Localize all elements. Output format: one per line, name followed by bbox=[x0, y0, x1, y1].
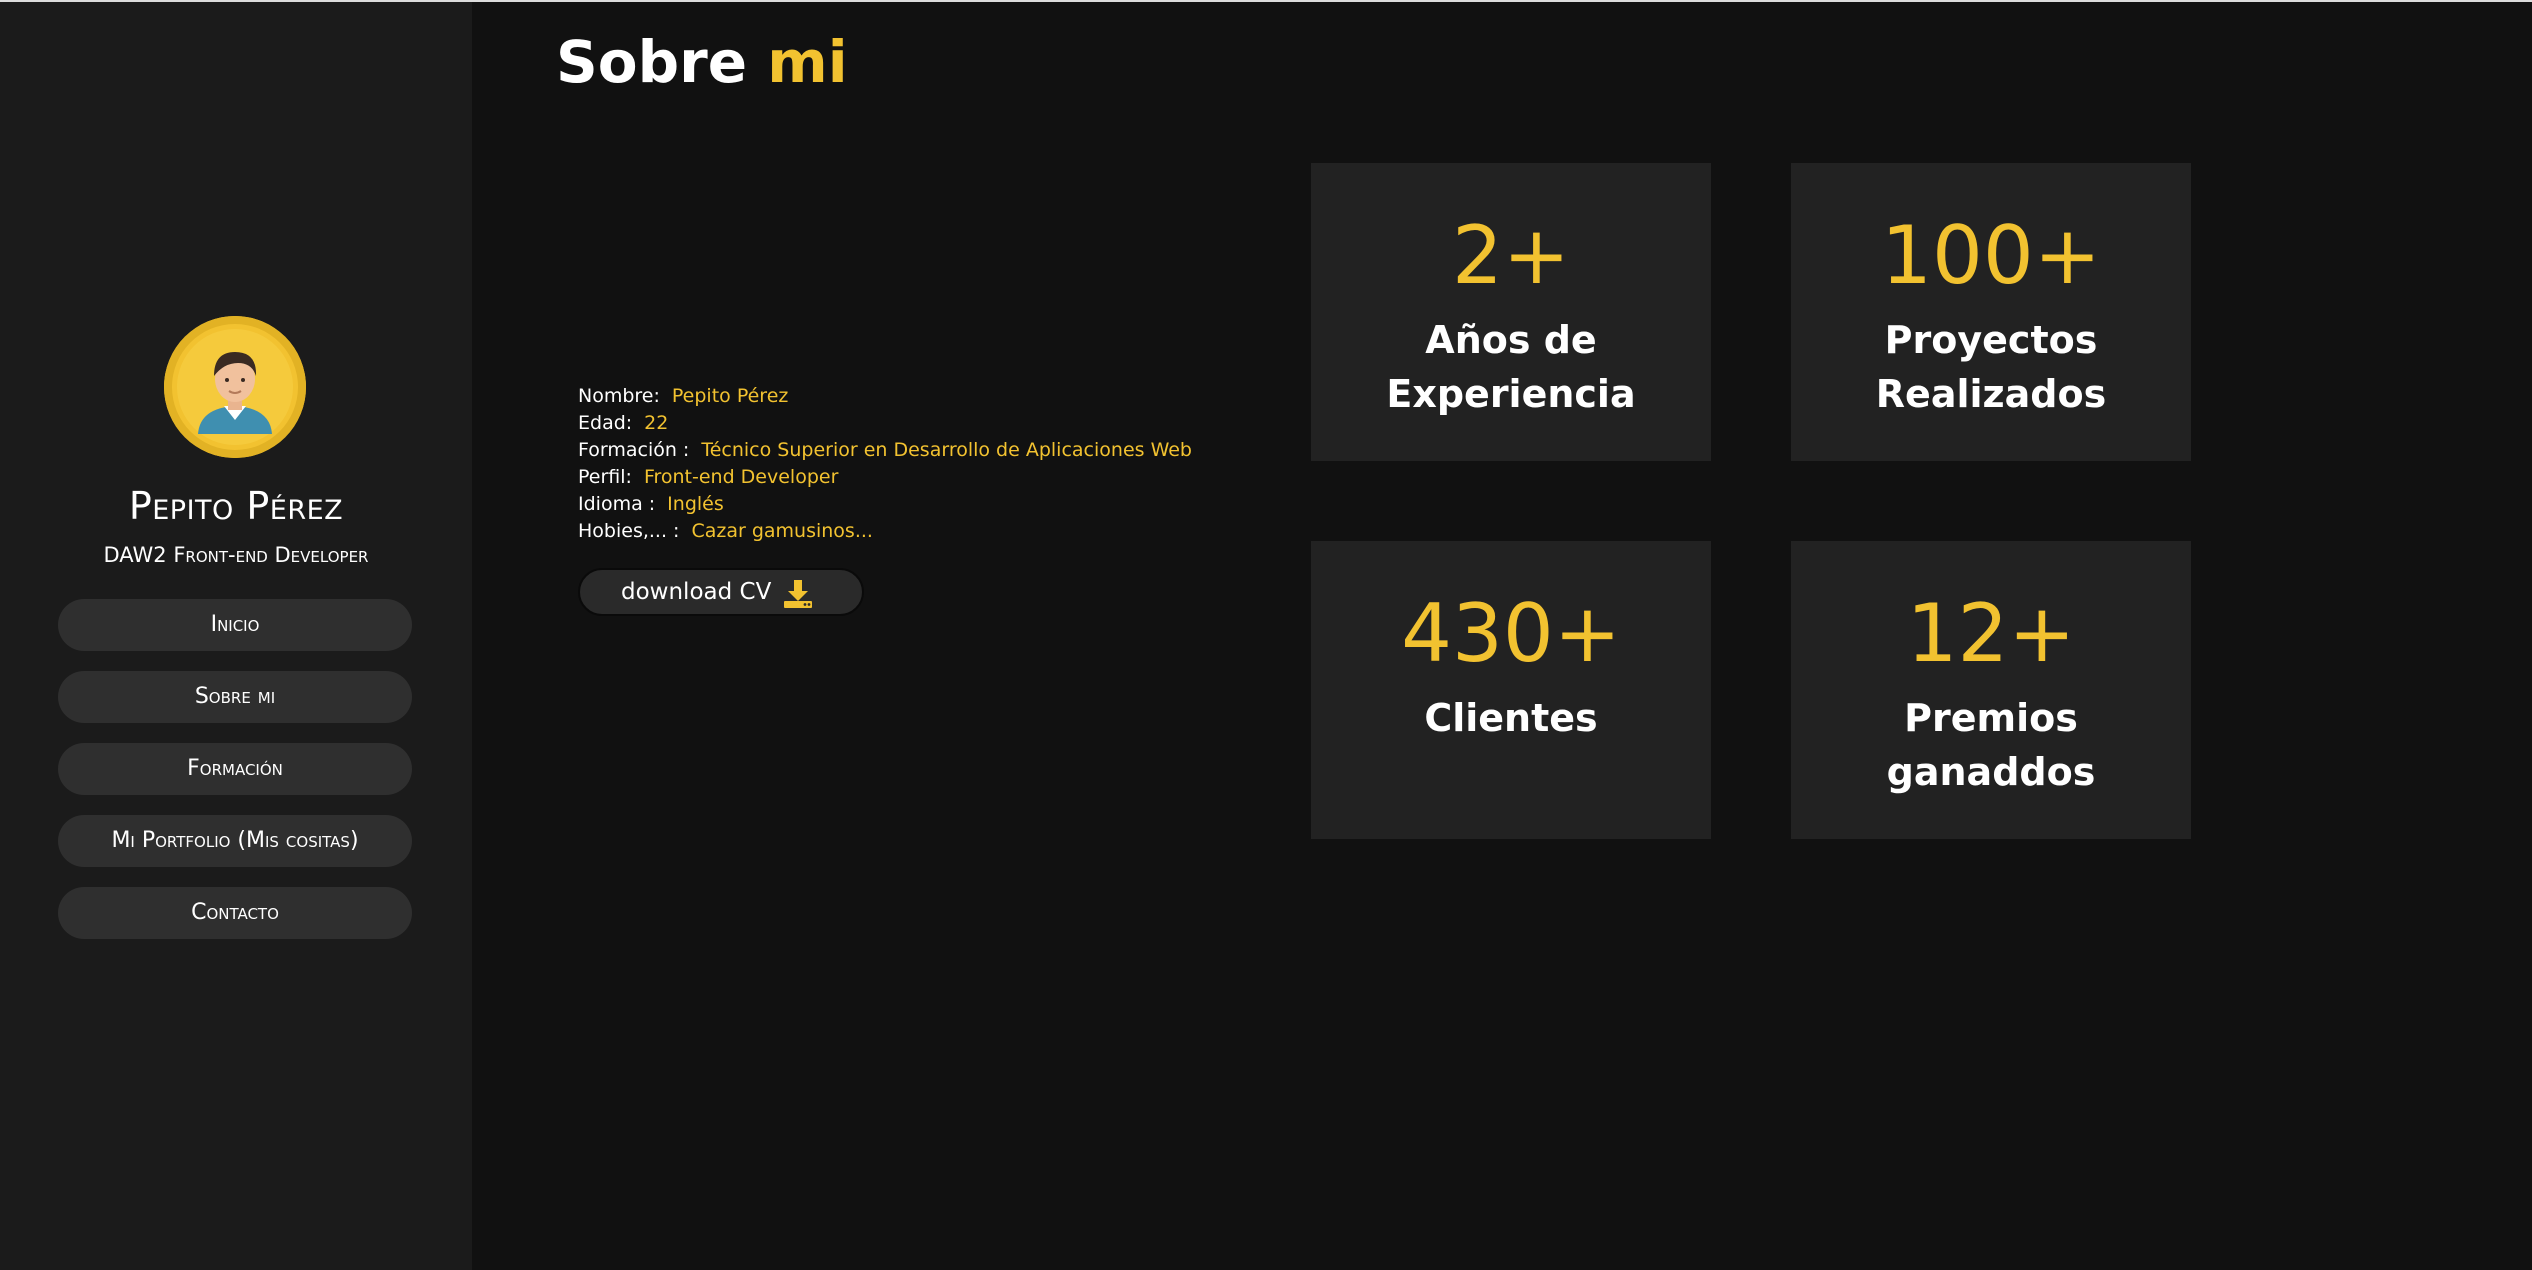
download-icon bbox=[784, 580, 812, 608]
info-value: Pepito Pérez bbox=[671, 385, 789, 407]
profile-role: DAW2 Front-end Developer bbox=[103, 543, 369, 567]
user-avatar-icon bbox=[177, 329, 293, 445]
page-title-accent: mi bbox=[767, 28, 848, 96]
nav-item-sobre-mi[interactable]: Sobre mi bbox=[58, 671, 412, 723]
stat-number: 100+ bbox=[1881, 209, 2101, 302]
stat-label: Proyectos Realizados bbox=[1791, 313, 2191, 421]
sidebar: Pepito Pérez DAW2 Front-end Developer In… bbox=[0, 2, 472, 1270]
main-nav: Inicio Sobre mi Formación Mi Portfolio (… bbox=[58, 599, 412, 959]
info-label: Formación : bbox=[578, 439, 690, 461]
stat-label-line: Premios bbox=[1904, 696, 2078, 740]
stat-label-line: Clientes bbox=[1424, 696, 1598, 740]
info-label: Idioma : bbox=[578, 493, 656, 515]
stat-card-proyectos: 100+ Proyectos Realizados bbox=[1791, 163, 2191, 461]
page-title: Sobre mi bbox=[556, 26, 848, 98]
stat-number: 2+ bbox=[1452, 209, 1570, 302]
download-cv-button[interactable]: download CV bbox=[578, 568, 864, 616]
page-title-main: Sobre bbox=[556, 28, 768, 96]
stat-number: 12+ bbox=[1906, 587, 2076, 680]
nav-item-portfolio[interactable]: Mi Portfolio (Mis cositas) bbox=[58, 815, 412, 867]
info-row-formacion: Formación : Técnico Superior en Desarroll… bbox=[578, 437, 1192, 464]
avatar bbox=[164, 316, 306, 458]
info-value: Inglés bbox=[667, 493, 724, 515]
info-label: Nombre: bbox=[578, 385, 660, 407]
stat-card-premios: 12+ Premios ganaddos bbox=[1791, 541, 2191, 839]
stat-label: Premios ganaddos bbox=[1791, 691, 2191, 799]
stat-label: Años de Experiencia bbox=[1311, 313, 1711, 421]
personal-info-list: Nombre: Pepito Pérez Edad: 22 Formación : T… bbox=[578, 383, 1192, 545]
info-value: Técnico Superior en Desarrollo de Aplica… bbox=[701, 439, 1192, 461]
info-row-edad: Edad: 22 bbox=[578, 410, 1192, 437]
stat-label-line: Experiencia bbox=[1386, 372, 1636, 416]
nav-item-formacion[interactable]: Formación bbox=[58, 743, 412, 795]
info-value: Cazar gamusinos... bbox=[691, 520, 873, 542]
stat-label-line: ganaddos bbox=[1886, 750, 2096, 794]
stat-number: 430+ bbox=[1401, 587, 1621, 680]
info-row-perfil: Perfil: Front-end Developer bbox=[578, 464, 1192, 491]
info-label: Edad: bbox=[578, 412, 633, 434]
info-row-nombre: Nombre: Pepito Pérez bbox=[578, 383, 1192, 410]
stat-label-line: Realizados bbox=[1875, 372, 2107, 416]
nav-item-inicio[interactable]: Inicio bbox=[58, 599, 412, 651]
info-value: Front-end Developer bbox=[643, 466, 839, 488]
stat-card-experiencia: 2+ Años de Experiencia bbox=[1311, 163, 1711, 461]
stat-card-clientes: 430+ Clientes bbox=[1311, 541, 1711, 839]
info-label: Perfil: bbox=[578, 466, 632, 488]
stat-label-line: Años de bbox=[1425, 318, 1597, 362]
profile-name: Pepito Pérez bbox=[128, 484, 344, 528]
info-row-idioma: Idioma : Inglés bbox=[578, 491, 1192, 518]
nav-item-contacto[interactable]: Contacto bbox=[58, 887, 412, 939]
info-value: 22 bbox=[644, 412, 669, 434]
info-row-hobies: Hobies,... : Cazar gamusinos... bbox=[578, 518, 1192, 545]
download-cv-label: download CV bbox=[621, 579, 772, 605]
stat-label: Clientes bbox=[1311, 691, 1711, 745]
info-label: Hobies,... : bbox=[578, 520, 680, 542]
stat-label-line: Proyectos bbox=[1884, 318, 2098, 362]
